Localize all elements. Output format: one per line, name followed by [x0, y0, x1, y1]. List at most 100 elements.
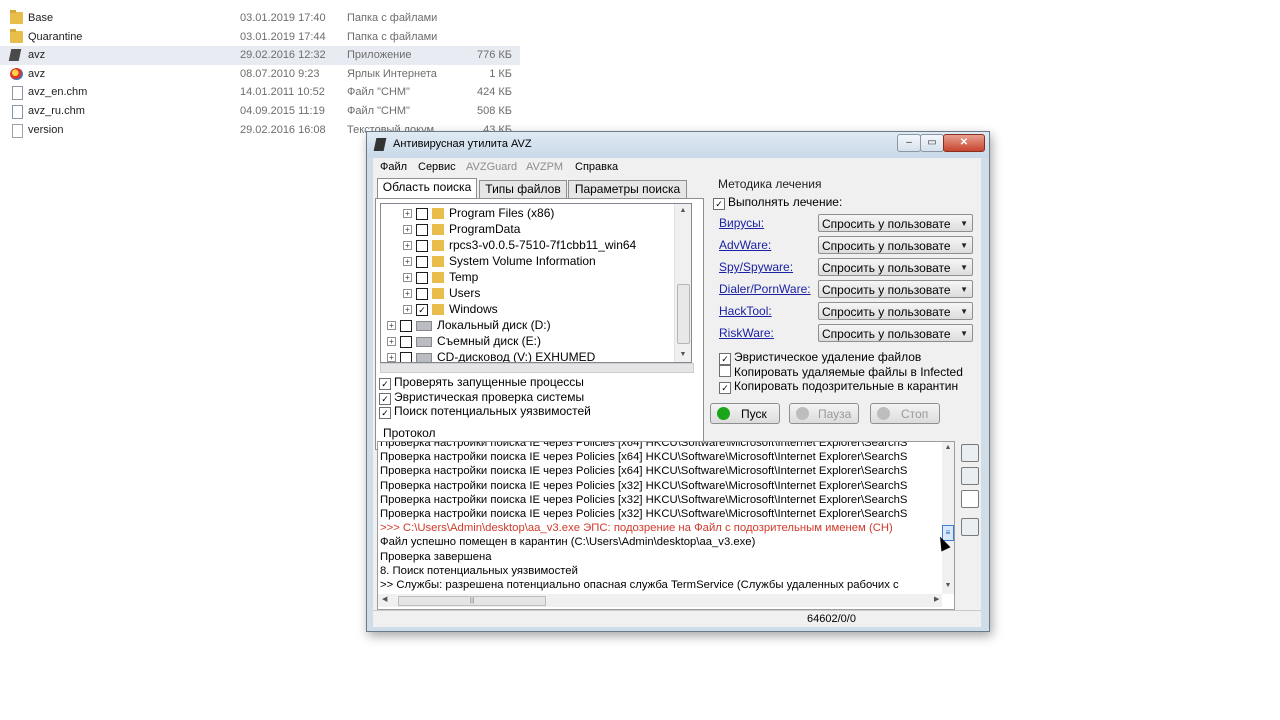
pause-button[interactable]: Пауза [789, 403, 859, 424]
expand-icon[interactable]: + [403, 241, 412, 251]
file-row[interactable]: avz_en.chm 14.01.2011 10:52 Файл "CHM" 424 … [0, 83, 520, 102]
chm-icon [12, 104, 23, 119]
treatment-action-dropdown[interactable]: Спросить у пользовате ▼ [818, 302, 973, 320]
tree-node[interactable]: + CD-дисковод (V:) EXHUMED [387, 349, 595, 362]
avz-window: Антивирусная утилита AVZ – ▭ ✕ Файл Серв… [366, 131, 990, 632]
expand-icon[interactable]: + [403, 225, 412, 235]
treatment-category-link[interactable]: Dialer/PornWare: [719, 282, 811, 296]
scan-option-label: Поиск потенциальных уязвимостей [394, 404, 591, 418]
file-row[interactable]: avz 08.07.2010 9:23 Ярлык Интернета 1 КБ [0, 65, 520, 84]
tree-checkbox[interactable]: ✓ [416, 303, 428, 316]
tree-node[interactable]: + ProgramData [403, 221, 520, 237]
menu-file[interactable]: Файл [380, 161, 407, 173]
tab-search-area[interactable]: Область поиска [377, 178, 477, 199]
tree-node[interactable]: + Temp [403, 269, 478, 285]
file-row[interactable]: Base 03.01.2019 17:40 Папка с файлами [0, 9, 520, 28]
search-area-panel: ▲ ▼ + Program Files (x86) + ProgramData + rpc… [375, 198, 704, 450]
scroll-up-arrow[interactable]: ▲ [675, 204, 691, 218]
log-scroll-down-arrow[interactable]: ▼ [942, 582, 954, 589]
menu-help[interactable]: Справка [575, 161, 618, 173]
minimize-button[interactable]: – [897, 134, 921, 152]
treatment-action-dropdown[interactable]: Спросить у пользовате ▼ [818, 236, 973, 254]
log-line: Проверка настройки поиска IE через Polic… [380, 479, 908, 492]
expand-icon[interactable]: + [387, 353, 396, 362]
tree-checkbox[interactable] [416, 271, 428, 284]
folder-icon [432, 240, 444, 252]
treatment-action-dropdown[interactable]: Спросить у пользовате ▼ [818, 258, 973, 276]
treatment-category-link[interactable]: AdvWare: [719, 238, 771, 252]
tree-node[interactable]: + ✓ Windows [403, 301, 498, 317]
log-scroll-up-arrow[interactable]: ▲ [942, 444, 954, 451]
treatment-action-dropdown[interactable]: Спросить у пользовате ▼ [818, 280, 973, 298]
menu-avzguard[interactable]: AVZGuard [466, 161, 517, 173]
tree-node[interactable]: + Съемный диск (E:) [387, 333, 541, 349]
clear-log-icon[interactable] [961, 490, 979, 508]
file-row[interactable]: Quarantine 03.01.2019 17:44 Папка с файлам… [0, 28, 520, 47]
protocol-log[interactable]: >> Службы: разрешена потенциально опасна… [377, 441, 955, 610]
treatment-action-dropdown[interactable]: Спросить у пользовате ▼ [818, 324, 973, 342]
expand-icon[interactable]: + [387, 321, 396, 331]
tree-node[interactable]: + System Volume Information [403, 253, 596, 269]
stop-button[interactable]: Стоп [870, 403, 940, 424]
treatment-option-checkbox[interactable]: Копировать удаляемые файлы в Infected [719, 364, 963, 379]
expand-icon[interactable]: + [403, 289, 412, 299]
tree-node[interactable]: + Program Files (x86) [403, 205, 554, 221]
treatment-category-link[interactable]: Spy/Spyware: [719, 260, 793, 274]
tree-checkbox[interactable] [416, 287, 428, 300]
scan-option-checkbox[interactable]: ✓ Эвристическая проверка системы [379, 390, 584, 405]
menu-service[interactable]: Сервис [418, 161, 456, 173]
tree-checkbox[interactable] [416, 207, 428, 220]
treatment-category-link[interactable]: Вирусы: [719, 216, 764, 230]
scroll-thumb[interactable] [677, 284, 690, 344]
perform-treatment-checkbox[interactable]: ✓ Выполнять лечение: [713, 195, 842, 210]
file-size: 424 КБ [476, 86, 512, 99]
log-scroll-right-arrow[interactable]: ▶ [934, 595, 939, 603]
tree-checkbox[interactable] [400, 319, 412, 332]
expand-icon[interactable]: + [403, 257, 412, 267]
maximize-button[interactable]: ▭ [920, 134, 944, 152]
tab-file-types[interactable]: Типы файлов [479, 180, 567, 198]
tree-checkbox[interactable] [416, 255, 428, 268]
tree-node-label: Локальный диск (D:) [437, 318, 551, 332]
tree-checkbox[interactable] [400, 351, 412, 362]
play-icon [717, 407, 730, 420]
tab-search-params[interactable]: Параметры поиска [568, 180, 687, 198]
log-vertical-scrollbar[interactable]: ▲ ≡ ▼ [942, 442, 954, 594]
scan-option-checkbox[interactable]: ✓ Проверять запущенные процессы [379, 375, 584, 390]
tree-checkbox[interactable] [400, 335, 412, 348]
file-row[interactable]: avz 29.02.2016 12:32 Приложение 776 КБ [0, 46, 520, 65]
start-button[interactable]: Пуск [710, 403, 780, 424]
log-scroll-left-arrow[interactable]: ◀ [382, 595, 387, 603]
treatment-action-dropdown[interactable]: Спросить у пользовате ▼ [818, 214, 973, 232]
treatment-option-checkbox[interactable]: ✓ Эвристическое удаление файлов [719, 350, 921, 365]
tree-node[interactable]: + Users [403, 285, 480, 301]
folder-tree[interactable]: ▲ ▼ + Program Files (x86) + ProgramData + rpc… [380, 203, 692, 363]
expand-icon[interactable]: + [403, 273, 412, 283]
treatment-category-link[interactable]: RiskWare: [719, 326, 774, 340]
tree-horizontal-scrollbar[interactable] [380, 363, 694, 373]
expand-icon[interactable]: + [403, 209, 412, 219]
title-bar[interactable]: Антивирусная утилита AVZ – ▭ ✕ [367, 132, 989, 158]
save-log-icon[interactable] [961, 444, 979, 462]
scroll-down-arrow[interactable]: ▼ [675, 348, 691, 362]
expand-icon[interactable]: + [387, 337, 396, 347]
explorer-file-list: Base 03.01.2019 17:40 Папка с файлами Quara… [0, 9, 520, 139]
close-button[interactable]: ✕ [943, 134, 985, 152]
settings-icon[interactable] [961, 518, 979, 536]
treatment-option-checkbox[interactable]: ✓ Копировать подозрительные в карантин [719, 379, 958, 394]
tree-checkbox[interactable] [416, 223, 428, 236]
file-row[interactable]: avz_ru.chm 04.09.2015 11:19 Файл "CHM" 508 … [0, 102, 520, 121]
checkbox-box: ✓ [719, 353, 731, 365]
chevron-down-icon: ▼ [960, 307, 968, 316]
menu-avzpm[interactable]: AVZPM [526, 161, 563, 173]
tree-checkbox[interactable] [416, 239, 428, 252]
tree-node[interactable]: + Локальный диск (D:) [387, 317, 551, 333]
scan-option-checkbox[interactable]: ✓ Поиск потенциальных уязвимостей [379, 404, 591, 419]
log-horizontal-scrollbar[interactable]: ◀ ||| ▶ [378, 594, 942, 607]
tree-vertical-scrollbar[interactable]: ▲ ▼ [674, 204, 691, 362]
tree-node[interactable]: + rpcs3-v0.0.5-7510-7f1cbb11_win64 [403, 237, 636, 253]
treatment-category-link[interactable]: HackTool: [719, 304, 772, 318]
expand-icon[interactable]: + [403, 305, 412, 315]
log-hscroll-thumb[interactable]: ||| [398, 596, 546, 606]
view-log-icon[interactable] [961, 467, 979, 485]
